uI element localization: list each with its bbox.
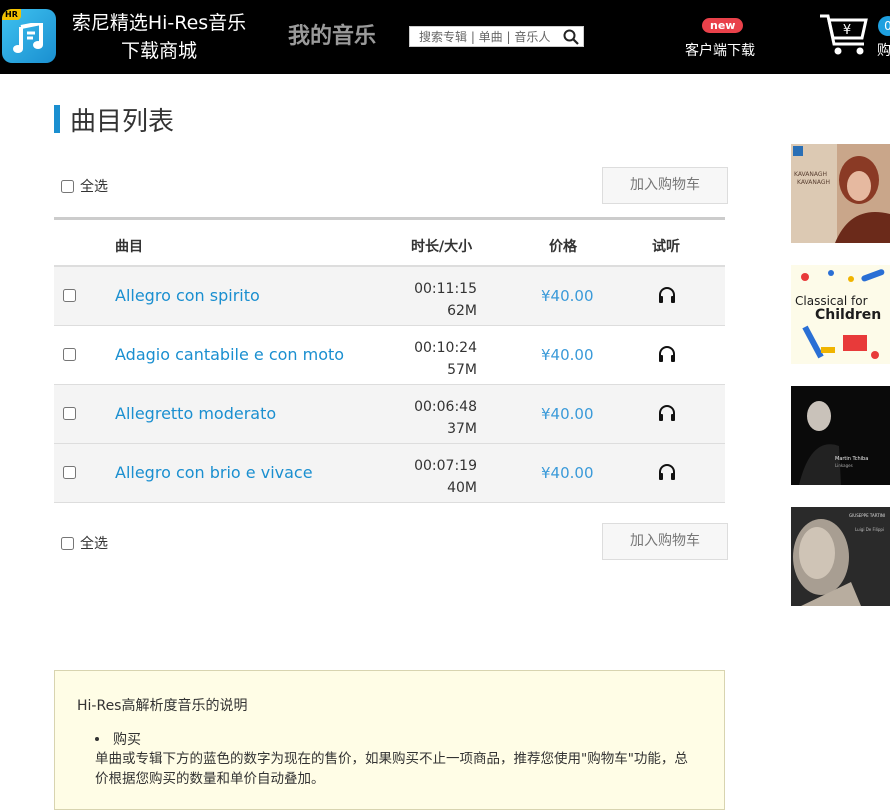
track-table: 曲目 时长/大小 价格 试听 Allegro con spirito 00:11… <box>54 217 725 503</box>
brand-name[interactable]: 索尼精选Hi-Res音乐 下载商城 <box>64 9 254 65</box>
track-checkbox[interactable] <box>63 466 76 479</box>
top-header: HR 索尼精选Hi-Res音乐 下载商城 我的音乐 new 客户端下载 ¥ 0 … <box>0 0 890 74</box>
info-item-label: 购买 <box>113 732 141 748</box>
album-text: Classical for <box>795 294 868 308</box>
album-text: KAVANAGH <box>794 171 827 178</box>
table-row: Allegretto moderato 00:06:48 37M ¥40.00 <box>54 385 725 444</box>
album-cover-classical-for-children[interactable]: Classical for Children <box>791 265 890 364</box>
album-text: Luigi De Filippi <box>855 527 884 532</box>
select-all-checkbox-top[interactable] <box>61 179 74 193</box>
track-price: ¥40.00 <box>541 346 594 364</box>
album-cover-tartini[interactable]: GIUSEPPE TARTINI Luigi De Filippi <box>791 507 890 606</box>
search-icon[interactable] <box>563 29 579 45</box>
track-duration-size: 00:11:15 62M <box>414 278 477 322</box>
select-all-label-top: 全选 <box>80 179 108 195</box>
table-row: Allegro con spirito 00:11:15 62M ¥40.00 <box>54 267 725 326</box>
search-box <box>409 26 584 47</box>
header-price: 价格 <box>549 239 577 255</box>
track-checkbox[interactable] <box>63 407 76 420</box>
hires-info-box: Hi-Res高解析度音乐的说明 购买 单曲或专辑下方的蓝色的数字为现在的售价，如… <box>54 670 725 810</box>
app-logo[interactable]: HR <box>2 9 56 63</box>
album-art: KAVANAGH KAVANAGH <box>791 144 890 243</box>
table-row: Allegro con brio e vivace 00:07:19 40M ¥… <box>54 444 725 503</box>
album-text: Children <box>815 307 881 323</box>
cart-count-badge: 0 <box>878 16 890 36</box>
album-text: GIUSEPPE TARTINI <box>849 513 885 518</box>
search-input[interactable] <box>413 27 569 46</box>
add-to-cart-button-bottom[interactable]: 加入购物车 <box>602 523 728 560</box>
album-art: Martin Tchiba Linkages <box>791 386 890 485</box>
shopping-cart-icon[interactable]: ¥ <box>818 12 870 56</box>
new-badge: new <box>702 18 744 33</box>
headphones-icon[interactable] <box>658 404 676 422</box>
page-title: 曲目列表 <box>70 107 175 137</box>
track-name-link[interactable]: Allegretto moderato <box>115 404 276 423</box>
track-name-link[interactable]: Allegro con brio e vivace <box>115 463 313 482</box>
track-duration: 00:11:15 <box>414 281 477 297</box>
track-size: 40M <box>447 480 477 496</box>
track-duration: 00:07:19 <box>414 458 477 474</box>
album-text: Linkages <box>835 463 853 468</box>
track-size: 62M <box>447 303 477 319</box>
album-text: KAVANAGH <box>797 179 830 186</box>
album-art: GIUSEPPE TARTINI Luigi De Filippi <box>791 507 890 606</box>
track-size: 37M <box>447 421 477 437</box>
track-price: ¥40.00 <box>541 287 594 305</box>
info-description: 单曲或专辑下方的蓝色的数字为现在的售价，如果购买不止一项商品，推荐您使用"购物车… <box>95 751 688 787</box>
cart-currency-symbol: ¥ <box>843 23 851 38</box>
track-checkbox[interactable] <box>63 289 76 302</box>
track-price: ¥40.00 <box>541 464 594 482</box>
album-art: Classical for Children <box>791 265 890 364</box>
track-duration-size: 00:07:19 40M <box>414 455 477 499</box>
cart-label[interactable]: 购 <box>877 40 890 60</box>
track-size: 57M <box>447 362 477 378</box>
select-all-top[interactable]: 全选 <box>61 176 108 196</box>
track-checkbox[interactable] <box>63 348 76 361</box>
header-listen: 试听 <box>652 239 680 255</box>
table-row: Adagio cantabile e con moto 00:10:24 57M… <box>54 326 725 385</box>
client-download-link[interactable]: 客户端下载 <box>685 40 755 60</box>
track-duration: 00:06:48 <box>414 399 477 415</box>
header-track: 曲目 <box>115 239 143 255</box>
my-music-link[interactable]: 我的音乐 <box>288 18 376 50</box>
title-accent-bar <box>54 105 60 133</box>
bullet-icon <box>95 737 99 741</box>
headphones-icon[interactable] <box>658 463 676 481</box>
album-cover-kavanagh[interactable]: KAVANAGH KAVANAGH <box>791 144 890 243</box>
music-note-icon <box>13 23 43 53</box>
header-duration-size: 时长/大小 <box>411 239 473 255</box>
track-price: ¥40.00 <box>541 405 594 423</box>
track-name-link[interactable]: Allegro con spirito <box>115 286 260 305</box>
track-duration-size: 00:06:48 37M <box>414 396 477 440</box>
brand-line2: 下载商城 <box>120 40 197 62</box>
headphones-icon[interactable] <box>658 286 676 304</box>
brand-line1: 索尼精选Hi-Res音乐 <box>71 12 247 34</box>
hr-badge: HR <box>2 9 21 20</box>
select-all-checkbox-bottom[interactable] <box>61 536 74 550</box>
select-all-label-bottom: 全选 <box>80 536 108 552</box>
select-all-bottom[interactable]: 全选 <box>61 533 108 553</box>
info-list-item: 购买 <box>95 729 141 749</box>
headphones-icon[interactable] <box>658 345 676 363</box>
table-header: 曲目 时长/大小 价格 试听 <box>54 220 725 267</box>
album-text: Martin Tchiba <box>835 456 868 462</box>
info-title: Hi-Res高解析度音乐的说明 <box>77 698 248 714</box>
track-duration-size: 00:10:24 57M <box>414 337 477 381</box>
add-to-cart-button-top[interactable]: 加入购物车 <box>602 167 728 204</box>
track-name-link[interactable]: Adagio cantabile e con moto <box>115 345 344 364</box>
track-duration: 00:10:24 <box>414 340 477 356</box>
album-cover-martin-tchiba[interactable]: Martin Tchiba Linkages <box>791 386 890 485</box>
